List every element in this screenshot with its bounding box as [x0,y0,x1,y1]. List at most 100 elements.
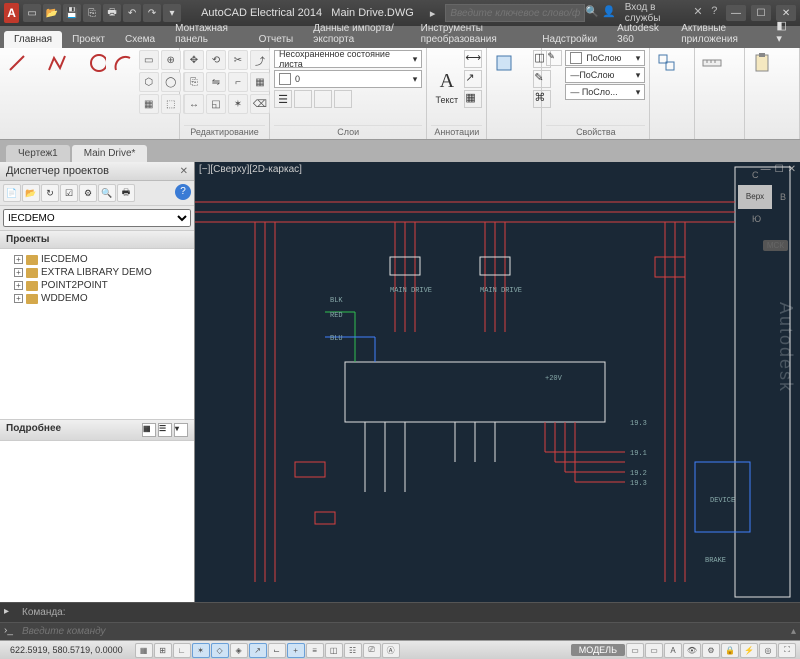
active-project-combo[interactable]: IECDEMO [3,209,191,227]
open-project-icon[interactable]: 📂 [22,184,40,202]
command-input-bar[interactable]: ›_ ▴ [0,622,800,640]
project-tree[interactable]: +IECDEMO +EXTRA LIBRARY DEMO +POINT2POIN… [0,249,194,419]
draw-small-2[interactable]: ⊕ [161,50,181,70]
minimize-button[interactable]: — [726,5,746,21]
ducs-toggle[interactable]: ⌙ [268,643,286,658]
open-icon[interactable]: 📂 [43,4,61,22]
plot-icon[interactable]: 🖶 [103,4,121,22]
sc-toggle[interactable]: ⎚ [363,643,381,658]
tab-home[interactable]: Главная [4,31,62,48]
polar-toggle[interactable]: ✶ [192,643,210,658]
project-task-icon[interactable]: ☑ [60,184,78,202]
tab-reports[interactable]: Отчеты [249,31,304,48]
am-toggle[interactable]: Ⓐ [382,643,400,658]
lineweight-combo[interactable]: — ПоСлою▾ [565,67,645,83]
osnap-toggle[interactable]: ◇ [211,643,229,658]
leader-icon[interactable]: ↗ [464,70,482,88]
redo-icon[interactable]: ↷ [143,4,161,22]
details-list-icon[interactable]: ☰ [158,423,172,437]
explode-icon[interactable]: ✶ [228,94,248,114]
qp-toggle[interactable]: ☷ [344,643,362,658]
tab-import-export[interactable]: Данные импорта/экспорта [303,20,410,48]
help-icon[interactable]: ? [175,184,191,200]
draw-small-4[interactable]: ⬡ [139,72,159,92]
tree-node[interactable]: +EXTRA LIBRARY DEMO [4,266,190,279]
copy-icon[interactable]: ⎘ [184,72,204,92]
doc-tab-1[interactable]: Чертеж1 [6,145,70,162]
trim-icon[interactable]: ✂ [228,50,248,70]
dyn-toggle[interactable]: + [287,643,305,658]
saveas-icon[interactable]: ⎘ [83,4,101,22]
linetype-combo[interactable]: — ПоСло...▾ [565,84,645,100]
text-button[interactable]: AТекст [431,50,462,125]
toolbar-lock-icon[interactable]: 🔒 [721,643,739,658]
doc-tab-2[interactable]: Main Drive* [72,145,148,162]
panel-close-icon[interactable]: ✕ [180,166,188,177]
new-icon[interactable]: ▭ [23,4,41,22]
array-icon[interactable]: ▦ [250,72,270,92]
fillet-icon[interactable]: ⌐ [228,72,248,92]
draw-small-8[interactable]: ⬚ [161,94,181,114]
tab-panel[interactable]: Монтажная панель [165,20,249,48]
help-icon[interactable]: ? [708,5,721,21]
signin-icon[interactable]: 👤 [602,5,616,21]
details-collapse-icon[interactable]: ▾ [174,423,188,437]
tpy-toggle[interactable]: ◫ [325,643,343,658]
color-combo[interactable]: ПоСлою▾ [565,50,645,66]
layer-freeze-icon[interactable] [314,90,332,108]
draw-small-7[interactable]: ▦ [139,94,159,114]
clean-screen-icon[interactable]: ⛶ [778,643,796,658]
model-space-button[interactable]: МОДЕЛЬ [571,644,625,656]
app-menu-button[interactable]: A [4,3,19,23]
ortho-toggle[interactable]: ∟ [173,643,191,658]
tab-active-apps[interactable]: Активные приложения [671,20,766,48]
layer-lock-icon[interactable] [334,90,352,108]
command-input[interactable] [22,626,791,637]
tab-schema[interactable]: Схема [115,31,165,48]
annoscale-icon[interactable]: A [664,643,682,658]
table-icon[interactable]: ▦ [464,90,482,108]
project-settings-icon[interactable]: ⚙ [79,184,97,202]
command-history-icon[interactable]: ▸ [4,606,18,620]
info-center-icon[interactable]: ▸ [430,7,436,20]
quickview-layouts-icon[interactable]: ▭ [626,643,644,658]
mirror-icon[interactable]: ⇋ [206,72,226,92]
tab-autodesk360[interactable]: Autodesk 360 [607,20,671,48]
layer-iso-icon[interactable] [294,90,312,108]
coordinates[interactable]: 622.5919, 580.5719, 0.0000 [4,645,129,655]
snap-toggle[interactable]: ▦ [135,643,153,658]
ribbon-help-icon[interactable]: ◧ ▾ [766,16,800,48]
new-project-icon[interactable]: 📄 [3,184,21,202]
tab-convert[interactable]: Инструменты преобразования [411,20,533,48]
extend-icon[interactable]: ⤴ [250,50,270,70]
zoom-project-icon[interactable]: 🔍 [98,184,116,202]
annovis-icon[interactable]: 👁 [683,643,701,658]
tab-addins[interactable]: Надстройки [532,31,607,48]
grid-toggle[interactable]: ⊞ [154,643,172,658]
workspace-icon[interactable]: ⚙ [702,643,720,658]
isolate-icon[interactable]: ◎ [759,643,777,658]
stretch-icon[interactable]: ↔ [184,94,204,114]
plot-project-icon[interactable]: 🖶 [117,184,135,202]
drawing-canvas[interactable]: [−][Сверху][2D-каркас] — ☐ ✕ С В Ю Верх … [195,162,800,602]
refresh-icon[interactable]: ↻ [41,184,59,202]
lwt-toggle[interactable]: ≡ [306,643,324,658]
command-expand-icon[interactable]: ▴ [791,626,796,637]
draw-small-5[interactable]: ◯ [161,72,181,92]
quickview-drawings-icon[interactable]: ▭ [645,643,663,658]
layer-props-icon[interactable]: ☰ [274,90,292,108]
tree-node[interactable]: +IECDEMO [4,253,190,266]
draw-small-1[interactable]: ▭ [139,50,159,70]
search-icon[interactable]: 🔍 [585,5,599,21]
undo-icon[interactable]: ↶ [123,4,141,22]
command-prompt-icon[interactable]: ›_ [4,625,18,639]
details-view-icon[interactable]: ▦ [142,423,156,437]
tab-project[interactable]: Проект [62,31,115,48]
3dosnap-toggle[interactable]: ◈ [230,643,248,658]
dim-icon[interactable]: ⟷ [464,50,482,68]
rotate-icon[interactable]: ⟲ [206,50,226,70]
tree-node[interactable]: +POINT2POINT [4,279,190,292]
layer-state-combo[interactable]: Несохраненное состояние листа▾ [274,50,422,68]
tree-node[interactable]: +WDDEMO [4,292,190,305]
save-icon[interactable]: 💾 [63,4,81,22]
